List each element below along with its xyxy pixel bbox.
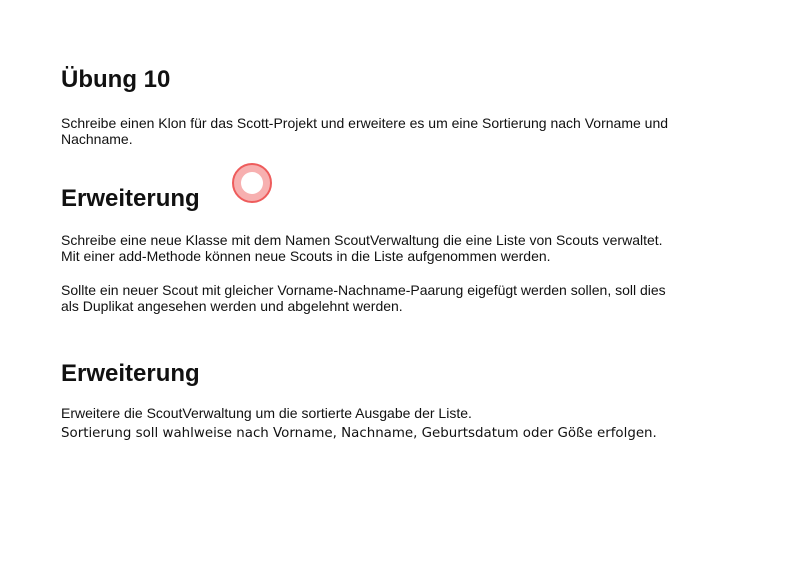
click-indicator-icon [232,163,272,203]
extension1-para2-line-2: als Duplikat angesehen werden und abgele… [61,298,403,314]
heading-erweiterung-2: Erweiterung [61,360,200,387]
extension1-para1-line-2: Mit einer add-Methode können neue Scouts… [61,248,551,264]
heading-uebung-10: Übung 10 [61,66,171,93]
heading-erweiterung-1: Erweiterung [61,185,200,212]
extension1-para1-line-1: Schreibe eine neue Klasse mit dem Namen … [61,232,663,248]
extension1-para2-line-1: Sollte ein neuer Scout mit gleicher Vorn… [61,282,666,298]
exercise-description-line-2: Nachname. [61,131,133,147]
extension2-line-2: Sortierung soll wahlweise nach Vorname, … [61,426,657,441]
exercise-description-line-1: Schreibe einen Klon für das Scott-Projek… [61,115,669,131]
extension2-line-1: Erweitere die ScoutVerwaltung um die sor… [61,405,472,421]
slide: Übung 10 Schreibe einen Klon für das Sco… [0,0,807,571]
